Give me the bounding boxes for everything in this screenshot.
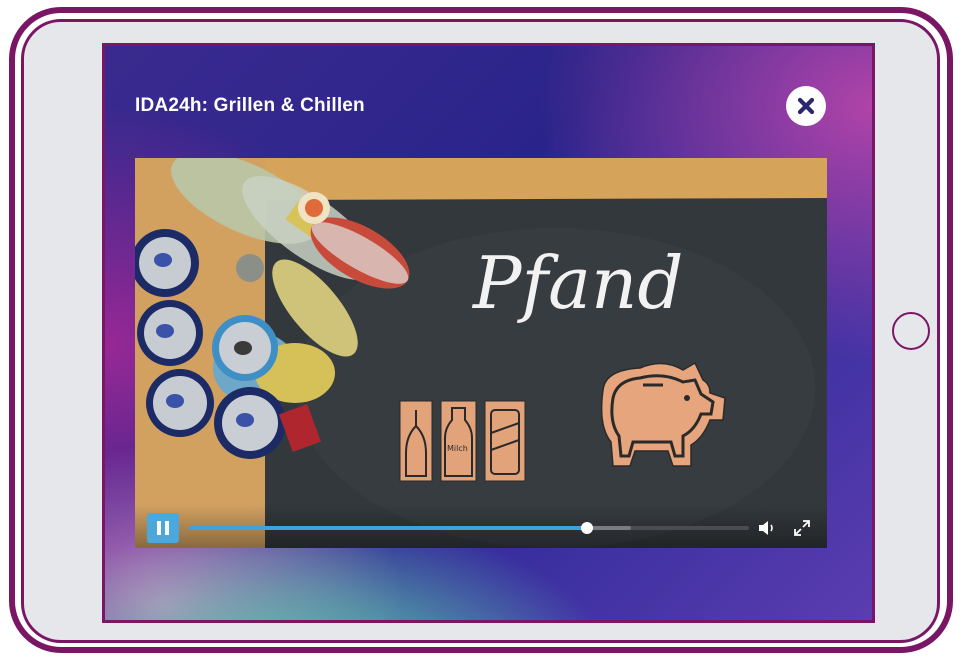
chalkboard-text: Pfand xyxy=(471,241,683,325)
video-player[interactable]: Pfand Milch xyxy=(135,158,827,548)
volume-icon[interactable] xyxy=(757,519,777,537)
video-frame: Pfand Milch xyxy=(135,158,827,548)
video-title: IDA24h: Grillen & Chillen xyxy=(135,95,365,116)
fullscreen-icon[interactable] xyxy=(793,519,811,537)
progress-bar[interactable] xyxy=(189,522,749,534)
pause-button[interactable] xyxy=(147,513,179,543)
tablet-home-button[interactable] xyxy=(892,312,930,350)
progress-thumb[interactable] xyxy=(581,522,594,534)
close-icon xyxy=(797,97,815,115)
player-controls xyxy=(135,504,827,548)
close-button[interactable] xyxy=(786,86,826,126)
bottle-label: Milch xyxy=(447,444,468,453)
pause-icon xyxy=(157,521,161,535)
video-modal: IDA24h: Grillen & Chillen Pfand Milch xyxy=(102,43,875,623)
played-bar xyxy=(189,526,588,530)
